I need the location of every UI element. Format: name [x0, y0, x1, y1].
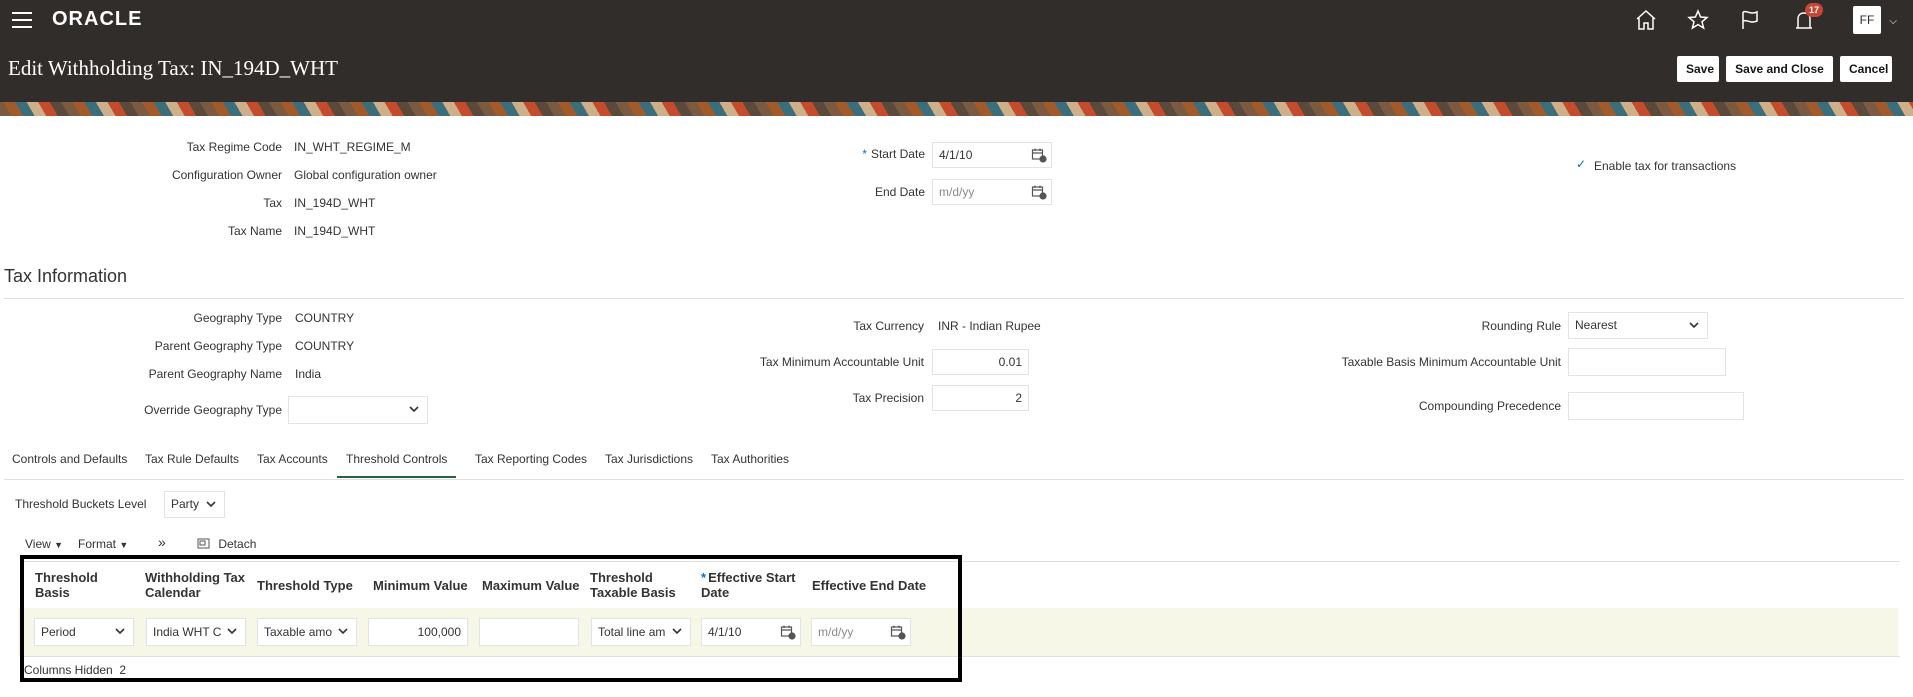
save-button[interactable]: Save	[1677, 56, 1719, 82]
taxable-basis-min-unit-input[interactable]	[1568, 348, 1726, 376]
rounding-rule-select[interactable]: Nearest	[1568, 312, 1708, 339]
rounding-rule-value: Nearest	[1575, 318, 1618, 332]
tab-bar-divider	[4, 479, 1904, 480]
required-indicator: *	[862, 147, 867, 161]
tax-regime-code-label: Tax Regime Code	[186, 140, 282, 154]
tax-name-value: IN_194D_WHT	[294, 224, 376, 238]
parent-geography-type-value: COUNTRY	[295, 339, 355, 353]
tab-tax-authorities[interactable]: Tax Authorities	[711, 452, 789, 478]
tax-minimum-accountable-unit-input[interactable]: 0.01	[932, 349, 1029, 375]
overflow-chevrons-icon[interactable]: »	[158, 534, 166, 550]
parent-geography-name-label: Parent Geography Name	[148, 367, 282, 381]
tab-controls-and-defaults[interactable]: Controls and Defaults	[12, 452, 127, 478]
chevron-down-icon	[409, 406, 419, 413]
view-menu-label: View	[25, 537, 51, 551]
tax-currency-value: INR - Indian Rupee	[938, 319, 1041, 333]
user-avatar[interactable]: FF	[1853, 6, 1881, 34]
configuration-owner-label: Configuration Owner	[171, 168, 282, 182]
oracle-logo: ORACLE	[52, 8, 143, 30]
cancel-button[interactable]: Cancel	[1840, 56, 1892, 82]
enable-tax-check-icon[interactable]: ✓	[1576, 157, 1586, 171]
save-and-close-button[interactable]: Save and Close	[1726, 56, 1833, 82]
geography-type-label: Geography Type	[193, 311, 282, 325]
taxable-basis-min-unit-label: Taxable Basis Minimum Accountable Unit	[1341, 355, 1561, 369]
parent-geography-name-value: India	[295, 367, 322, 381]
override-geography-type-select[interactable]	[288, 396, 428, 424]
watchlist-flag-icon[interactable]	[1738, 8, 1762, 32]
format-menu[interactable]: Format ▼	[78, 537, 128, 551]
threshold-buckets-level-select[interactable]: Party	[164, 491, 225, 518]
compounding-precedence-input[interactable]	[1568, 392, 1744, 420]
start-date-value: 4/1/10	[939, 148, 973, 162]
favorites-star-icon[interactable]	[1686, 8, 1710, 32]
start-date-input[interactable]: 4/1/10	[932, 142, 1052, 168]
format-menu-label: Format	[78, 537, 117, 551]
navigator-menu-icon[interactable]	[12, 12, 32, 28]
start-date-label-text: Start Date	[870, 147, 925, 161]
tax-label: Tax	[263, 196, 282, 210]
tax-currency-label: Tax Currency	[853, 319, 924, 333]
notification-count-badge: 17	[1805, 3, 1824, 17]
tab-tax-jurisdictions[interactable]: Tax Jurisdictions	[605, 452, 693, 478]
calendar-icon[interactable]	[1031, 147, 1047, 163]
compounding-precedence-label: Compounding Precedence	[1418, 399, 1561, 413]
detach-icon	[197, 538, 210, 549]
view-menu[interactable]: View ▼	[25, 537, 63, 551]
end-date-placeholder: m/d/yy	[939, 185, 975, 199]
highlight-annotation-box	[20, 555, 962, 682]
notifications-button[interactable]: 17	[1792, 3, 1824, 32]
override-geography-type-label: Override Geography Type	[144, 403, 282, 417]
tab-tax-reporting-codes[interactable]: Tax Reporting Codes	[475, 452, 587, 478]
detach-label: Detach	[218, 537, 257, 551]
user-menu-chevron-down-icon[interactable]: ⌵	[1889, 16, 1897, 27]
threshold-buckets-level-label: Threshold Buckets Level	[15, 497, 147, 511]
tax-name-label: Tax Name	[227, 224, 282, 238]
section-divider	[4, 298, 1904, 299]
header-banner-decoration	[0, 102, 1913, 116]
global-header: ORACLE 17 FF ⌵ Edit Withholding Tax: IN_…	[0, 0, 1913, 102]
caret-down-icon: ▼	[119, 540, 129, 550]
tab-tax-accounts[interactable]: Tax Accounts	[257, 452, 328, 478]
rounding-rule-label: Rounding Rule	[1481, 319, 1561, 333]
tax-minimum-accountable-unit-label: Tax Minimum Accountable Unit	[759, 355, 924, 369]
parent-geography-type-label: Parent Geography Type	[154, 339, 282, 353]
home-icon[interactable]	[1634, 8, 1658, 32]
tab-tax-rule-defaults[interactable]: Tax Rule Defaults	[145, 452, 239, 478]
tax-precision-input[interactable]: 2	[932, 385, 1029, 411]
enable-tax-label: Enable tax for transactions	[1594, 159, 1737, 173]
end-date-label: End Date	[874, 185, 925, 199]
page-title: Edit Withholding Tax: IN_194D_WHT	[8, 56, 338, 80]
threshold-buckets-level-value: Party	[171, 497, 200, 511]
chevron-down-icon	[1689, 322, 1699, 329]
tax-precision-label: Tax Precision	[852, 391, 924, 405]
detach-button[interactable]: Detach	[197, 537, 256, 551]
configuration-owner-value: Global configuration owner	[294, 168, 437, 182]
tax-information-title: Tax Information	[4, 266, 128, 286]
end-date-input[interactable]: m/d/yy	[932, 179, 1052, 205]
chevron-down-icon	[206, 501, 216, 508]
tax-value: IN_194D_WHT	[294, 196, 376, 210]
tab-threshold-controls[interactable]: Threshold Controls	[337, 452, 457, 478]
start-date-label: * Start Date	[800, 147, 925, 161]
caret-down-icon: ▼	[54, 540, 64, 550]
tax-regime-code-value: IN_WHT_REGIME_M	[294, 140, 411, 154]
calendar-icon[interactable]	[1031, 184, 1047, 200]
geography-type-value: COUNTRY	[295, 311, 355, 325]
